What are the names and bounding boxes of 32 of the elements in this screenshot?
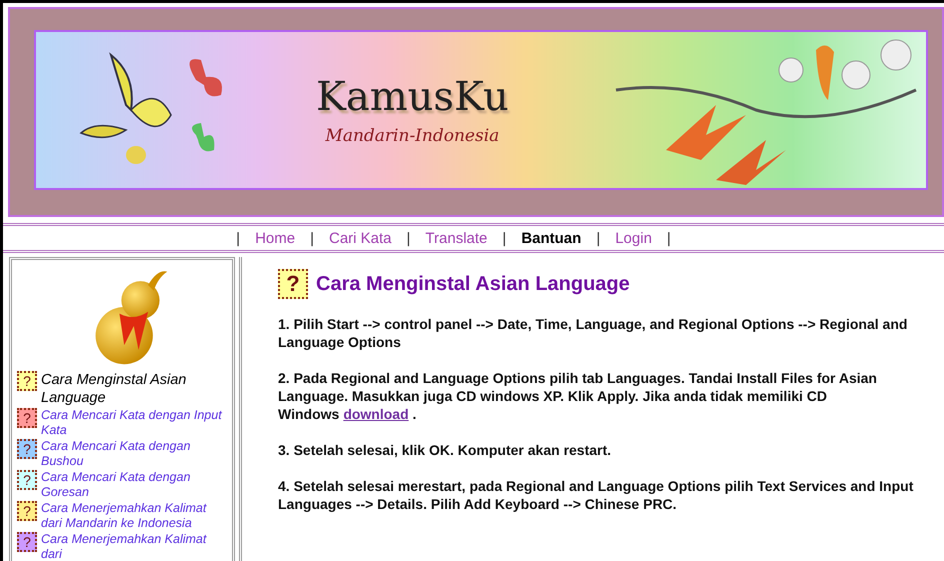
nav-separator: | <box>502 230 506 246</box>
site-title: KamusKu <box>316 74 509 120</box>
instruction-step: 2. Pada Regional and Language Options pilih tab Languages. Tandai Install Files for Asian Language. Masukkan juga CD windows XP. Klik Apply. Jika anda tidak memiliki CD Windows download . <box>278 369 920 423</box>
article-title: Cara Menginstal Asian Language <box>316 272 630 296</box>
help-link[interactable]: Cara Menerjemahkan Kalimat dari <box>41 532 227 561</box>
help-icon: ? <box>17 371 37 391</box>
help-link[interactable]: Cara Mencari Kata dengan Input Kata <box>41 408 227 438</box>
help-icon: ? <box>17 470 37 490</box>
nav-separator: | <box>236 230 240 246</box>
help-icon: ? <box>17 439 37 459</box>
nav-separator: | <box>406 230 410 246</box>
nav-separator: | <box>310 230 314 246</box>
help-link[interactable]: Cara Mencari Kata dengan Goresan <box>41 470 227 500</box>
help-icon: ? <box>278 269 308 299</box>
help-link[interactable]: Cara Menginstal Asian Language <box>41 371 227 407</box>
instruction-step: 4. Setelah selesai merestart, pada Regional and Language Options pilih Text Services and Input Languages --> Details. Pilih Add Keyboard --> Chinese PRC. <box>278 477 920 513</box>
instruction-step: 1. Pilih Start --> control panel --> Date, Time, Language, and Regional Options --> Regional and Language Options <box>278 315 920 351</box>
instruction-step: 3. Setelah selesai, klik OK. Komputer akan restart. <box>278 441 920 459</box>
help-icon: ? <box>17 532 37 552</box>
nav-link[interactable]: Translate <box>425 230 488 246</box>
nav-link[interactable]: Bantuan <box>521 230 582 246</box>
nav-separator: | <box>666 230 671 246</box>
help-icon: ? <box>17 408 37 428</box>
site-subtitle: Mandarin-Indonesia <box>325 126 500 146</box>
download-link[interactable]: download <box>343 406 409 422</box>
nav-link[interactable]: Login <box>615 230 652 246</box>
nav-link[interactable]: Home <box>255 230 296 246</box>
help-link[interactable]: Cara Mencari Kata dengan Bushou <box>41 439 227 469</box>
help-icon: ? <box>17 501 37 521</box>
nav-separator: | <box>596 230 600 246</box>
help-link[interactable]: Cara Menerjemahkan Kalimat dari Mandarin ke Indonesia <box>41 501 227 531</box>
nav-link[interactable]: Cari Kata <box>328 230 392 246</box>
